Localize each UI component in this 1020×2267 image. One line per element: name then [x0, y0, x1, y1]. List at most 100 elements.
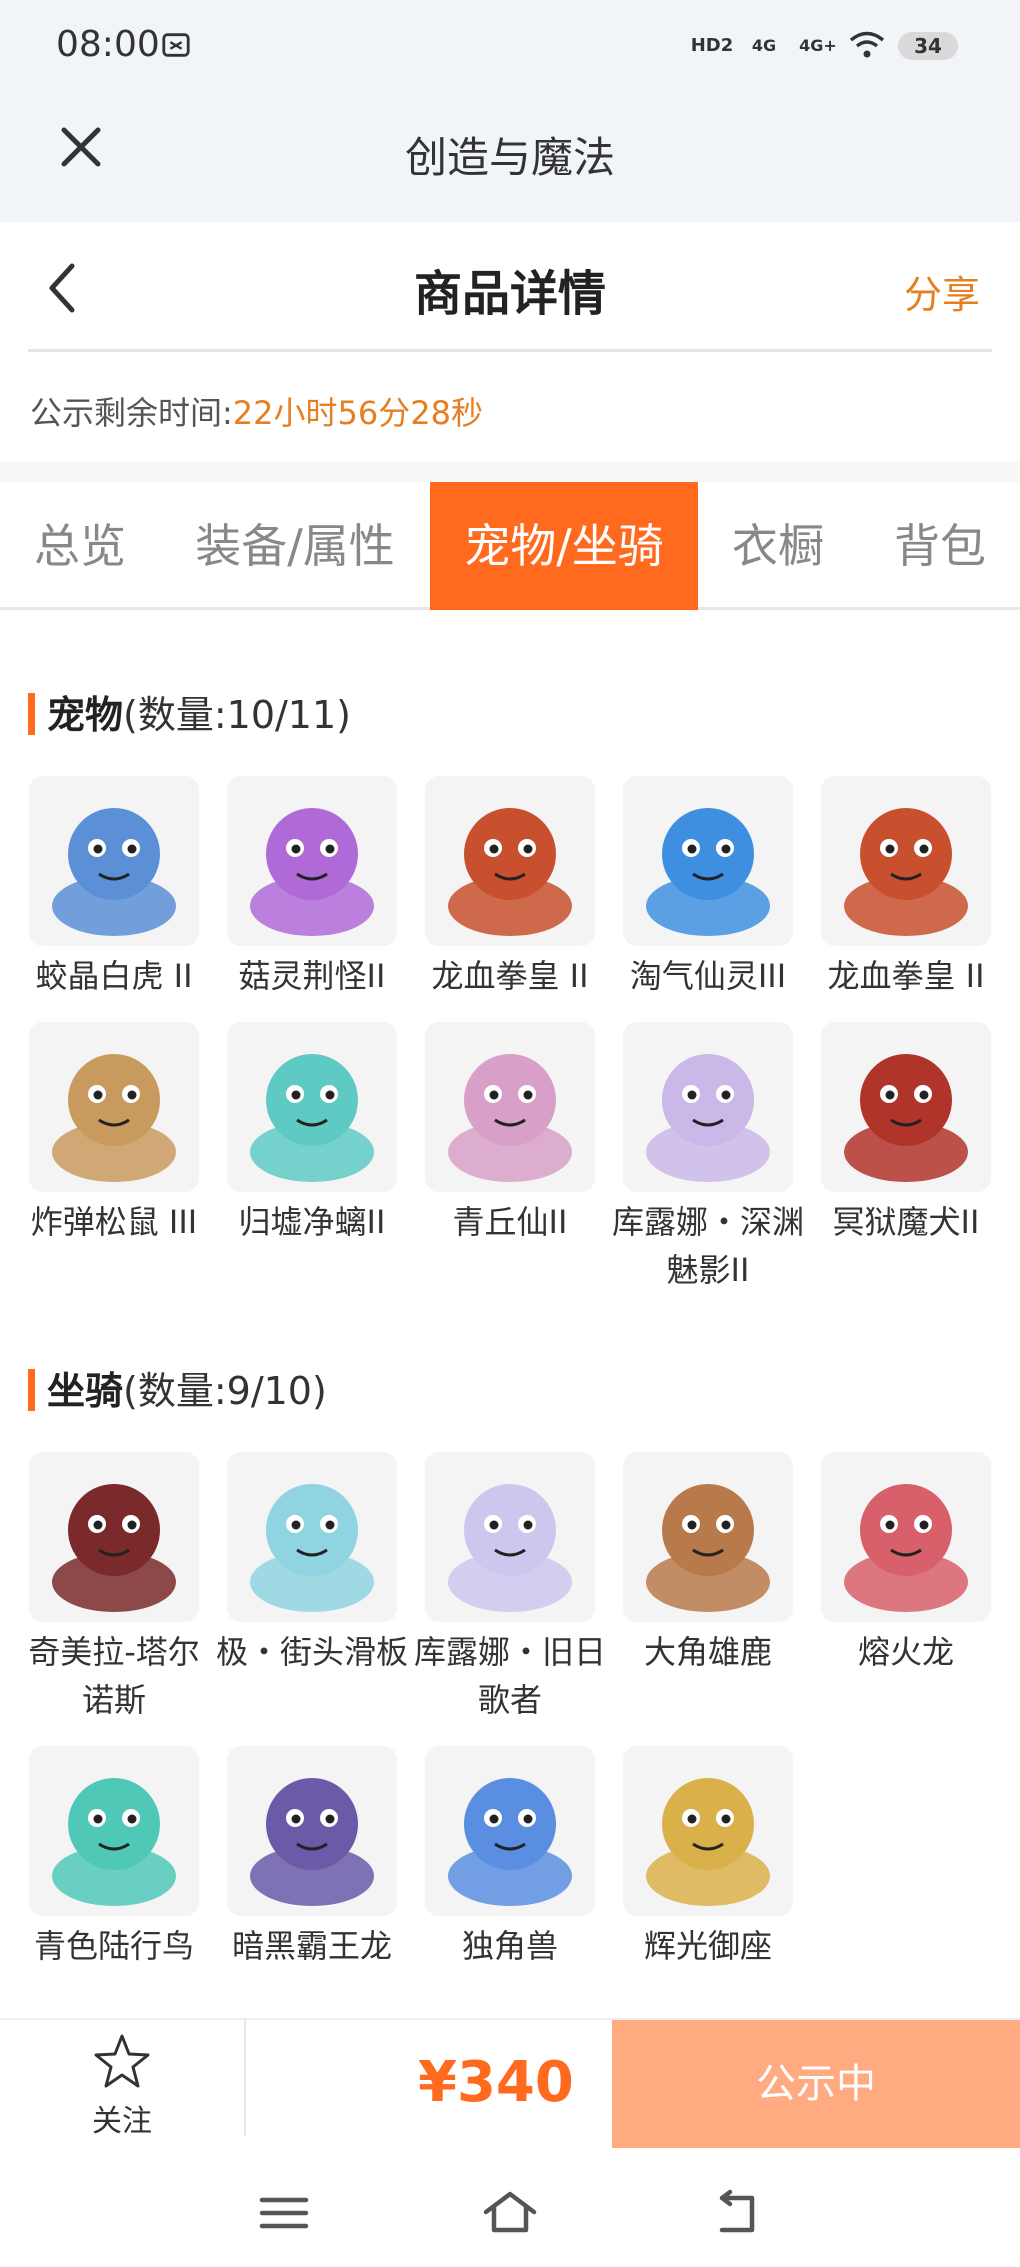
pet-portrait [227, 1022, 397, 1192]
item-name: 淘气仙灵III [629, 957, 787, 995]
item-thumbnail [29, 1022, 199, 1192]
pet-portrait [821, 776, 991, 946]
home-icon[interactable] [482, 2188, 538, 2238]
mount-portrait [227, 1746, 397, 1916]
item-thumbnail [821, 1022, 991, 1192]
item-thumbnail [623, 1746, 793, 1916]
mount-portrait [623, 1746, 793, 1916]
star-icon [94, 2034, 150, 2088]
mount-portrait [623, 1452, 793, 1622]
mount-item[interactable]: 辉光御座 [608, 1746, 808, 1970]
tab-backpack[interactable]: 背包 [870, 482, 1010, 610]
mounts-title: 坐骑 [47, 1369, 124, 1413]
item-thumbnail [227, 1022, 397, 1192]
pet-item[interactable]: 归墟净螭II [212, 1022, 412, 1246]
pets-count: (数量:10/11) [123, 693, 351, 737]
share-button[interactable]: 分享 [904, 264, 980, 319]
item-name: 青色陆行鸟 [33, 1927, 194, 1965]
section-gap [0, 462, 1020, 482]
pets-section-title: 宠物(数量:10/11) [28, 684, 351, 739]
app-title: 创造与魔法 [404, 133, 615, 182]
status-bar: 08:00 HD2 4G 4G+ 34 [0, 0, 1020, 100]
item-name: 大角雄鹿 [643, 1633, 772, 1671]
mount-item[interactable]: 极・街头滑板 [212, 1452, 412, 1676]
pet-item[interactable]: 炸弹松鼠 III [14, 1022, 214, 1246]
mount-portrait [425, 1452, 595, 1622]
item-thumbnail [821, 776, 991, 946]
pet-portrait [425, 1022, 595, 1192]
mount-portrait [29, 1452, 199, 1622]
pet-portrait [821, 1022, 991, 1192]
tab-bar: 总览 装备/属性 宠物/坐骑 衣橱 背包 [0, 482, 1020, 610]
mount-portrait [29, 1746, 199, 1916]
bottom-action-bar: 关注 ¥340 公示中 [0, 2018, 1020, 2150]
mount-item[interactable]: 青色陆行鸟 [14, 1746, 214, 1970]
pet-portrait [623, 1022, 793, 1192]
pet-item[interactable]: 菇灵荆怪II [212, 776, 412, 1000]
back-icon[interactable] [708, 2188, 764, 2238]
item-name: 极・街头滑板 [216, 1633, 409, 1671]
price: ¥340 [418, 2050, 574, 2115]
item-name: 菇灵荆怪II [238, 957, 386, 995]
follow-button[interactable]: 关注 [0, 2020, 244, 2152]
pet-item[interactable]: 龙血拳皇 II [410, 776, 610, 1000]
item-thumbnail [425, 1746, 595, 1916]
item-name: 龙血拳皇 II [827, 957, 985, 995]
wifi-icon [849, 31, 885, 58]
item-thumbnail [623, 776, 793, 946]
tab-equipment[interactable]: 装备/属性 [180, 482, 410, 610]
publicity-status-button[interactable]: 公示中 [612, 2020, 1020, 2148]
item-name: 独角兽 [461, 1927, 558, 1965]
page-header: 商品详情 分享 [0, 222, 1020, 352]
publicity-notice: 公示剩余时间:22小时56分28秒 [0, 352, 1020, 462]
item-thumbnail [29, 776, 199, 946]
notice-remaining-time: 22小时56分28秒 [232, 394, 483, 432]
item-name: 冥狱魔犬II [832, 1203, 980, 1241]
item-name: 奇美拉-塔尔诺斯 [28, 1633, 200, 1719]
section-accent-bar [28, 692, 35, 735]
app-bar: 创造与魔法 [0, 100, 1020, 222]
mount-portrait [821, 1452, 991, 1622]
item-thumbnail [29, 1452, 199, 1622]
screen-record-icon [162, 33, 190, 57]
pets-title: 宠物 [47, 693, 124, 737]
pet-item[interactable]: 龙血拳皇 II [806, 776, 1006, 1000]
item-name: 辉光御座 [643, 1927, 772, 1965]
page-title: 商品详情 [413, 266, 606, 322]
mount-portrait [425, 1746, 595, 1916]
tab-wardrobe[interactable]: 衣橱 [718, 482, 838, 610]
mount-item[interactable]: 奇美拉-塔尔诺斯 [14, 1452, 214, 1724]
pet-item[interactable]: 库露娜・深渊魅影II [608, 1022, 808, 1294]
pet-item[interactable]: 蛟晶白虎 II [14, 776, 214, 1000]
bottom-divider [244, 2020, 246, 2136]
signal-4g-icon: 4G [751, 35, 777, 55]
pet-portrait [425, 776, 595, 946]
mount-item[interactable]: 大角雄鹿 [608, 1452, 808, 1676]
item-thumbnail [29, 1746, 199, 1916]
item-thumbnail [425, 1022, 595, 1192]
tab-pets-mounts[interactable]: 宠物/坐骑 [430, 482, 698, 610]
system-nav-bar [0, 2150, 1020, 2267]
item-name: 青丘仙II [452, 1203, 568, 1241]
tab-overview[interactable]: 总览 [0, 482, 160, 610]
pet-item[interactable]: 冥狱魔犬II [806, 1022, 1006, 1246]
pet-item[interactable]: 青丘仙II [410, 1022, 610, 1246]
mounts-count: (数量:9/10) [123, 1369, 327, 1413]
mount-portrait [227, 1452, 397, 1622]
notice-label: 公示剩余时间: [30, 394, 233, 432]
mount-item[interactable]: 暗黑霸王龙 [212, 1746, 412, 1970]
hd-icon: HD2 [690, 34, 734, 56]
battery-level: 34 [914, 34, 942, 58]
item-name: 炸弹松鼠 III [30, 1203, 198, 1241]
item-name: 归墟净螭II [238, 1203, 386, 1241]
pet-item[interactable]: 淘气仙灵III [608, 776, 808, 1000]
pet-portrait [29, 1022, 199, 1192]
menu-icon[interactable] [256, 2188, 312, 2238]
item-name: 暗黑霸王龙 [231, 1927, 392, 1965]
item-thumbnail [227, 1452, 397, 1622]
item-thumbnail [623, 1452, 793, 1622]
item-name: 熔火龙 [857, 1633, 954, 1671]
mount-item[interactable]: 熔火龙 [806, 1452, 1006, 1676]
mount-item[interactable]: 独角兽 [410, 1746, 610, 1970]
mount-item[interactable]: 库露娜・旧日歌者 [410, 1452, 610, 1724]
